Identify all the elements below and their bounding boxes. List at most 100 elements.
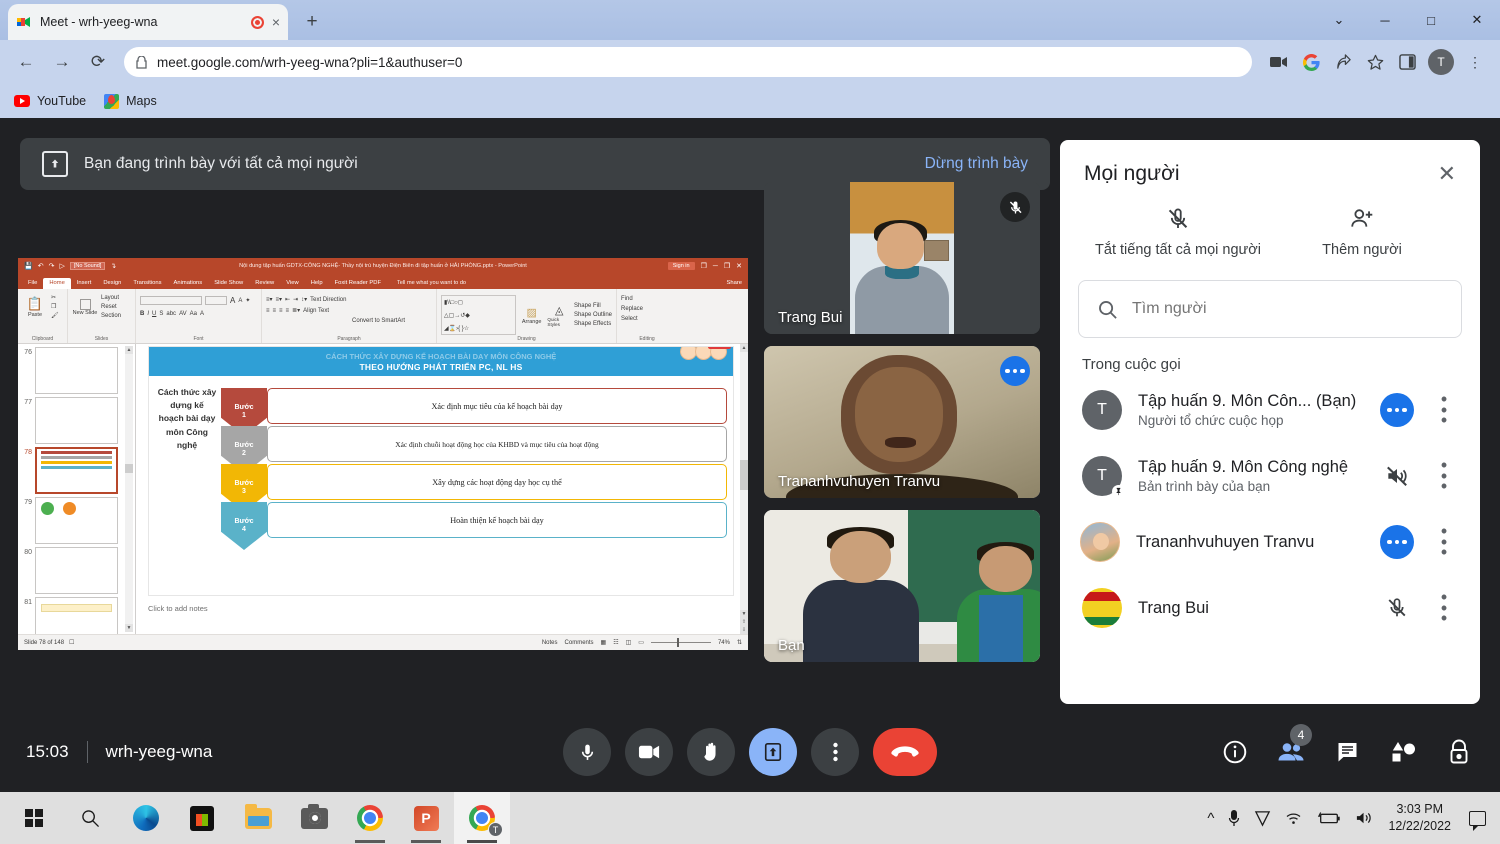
slide-preview[interactable] xyxy=(35,547,118,594)
tab-design[interactable]: Design xyxy=(97,278,127,289)
scroll-down-arrow[interactable]: ▼ xyxy=(740,610,748,618)
scroll-down-arrow[interactable]: ▼ xyxy=(125,624,133,632)
notes-button[interactable]: Notes xyxy=(542,640,558,646)
ribbon-display-options-icon[interactable]: ❐ xyxy=(701,262,707,270)
google-g-icon[interactable] xyxy=(1296,47,1326,77)
thumbnail-item[interactable]: 81 xyxy=(18,594,135,634)
tab-transitions[interactable]: Transitions xyxy=(127,278,167,289)
leave-call-button[interactable] xyxy=(873,728,937,776)
share-icon[interactable] xyxy=(1328,47,1358,77)
convert-to-smartart-button[interactable]: Convert to SmartArt xyxy=(352,318,405,324)
replace-button[interactable]: Replace xyxy=(621,306,673,312)
italic-button[interactable]: I xyxy=(147,311,149,317)
tab-review[interactable]: Review xyxy=(249,278,280,289)
tab-foxit-reader-pdf[interactable]: Foxit Reader PDF xyxy=(329,278,387,289)
restore-button[interactable]: ❐ xyxy=(724,262,730,270)
more-options-button[interactable] xyxy=(811,728,859,776)
taskbar-microsoft-store[interactable] xyxy=(174,792,230,844)
taskbar-clock[interactable]: 3:03 PM 12/22/2022 xyxy=(1388,801,1451,835)
text-direction-button[interactable]: Text Direction xyxy=(310,297,346,303)
address-bar[interactable]: meet.google.com/wrh-yeeg-wna?pli=1&authu… xyxy=(124,47,1252,77)
comments-button[interactable]: Comments xyxy=(565,640,594,646)
slideshow-icon[interactable]: ▭ xyxy=(638,639,644,646)
tab-home[interactable]: Home xyxy=(43,278,71,289)
tab-insert[interactable]: Insert xyxy=(71,278,98,289)
reset-button[interactable]: Reset xyxy=(101,304,121,310)
video-camera-icon[interactable] xyxy=(1264,47,1294,77)
add-people-button[interactable]: Thêm người xyxy=(1270,206,1454,258)
shape-fill-button[interactable]: Shape Fill xyxy=(574,303,612,309)
close-window-button[interactable]: ✕ xyxy=(1454,0,1500,40)
new-tab-button[interactable]: + xyxy=(300,10,324,34)
slide-sorter-icon[interactable]: ☷ xyxy=(613,639,618,646)
thumbnail-item[interactable]: 77 xyxy=(18,394,135,444)
reload-button[interactable]: ⟳ xyxy=(82,46,114,78)
arrange-button[interactable]: ▨ Arrange xyxy=(519,306,544,325)
host-controls-button[interactable] xyxy=(1444,737,1474,767)
redo-icon[interactable]: ↷ xyxy=(49,262,55,270)
cut-button[interactable]: ✂ xyxy=(51,294,59,301)
language-icon[interactable]: ☐ xyxy=(69,639,74,646)
bold-button[interactable]: B xyxy=(140,311,144,317)
slide-preview[interactable] xyxy=(35,597,118,634)
tab-help[interactable]: Help xyxy=(305,278,329,289)
search-people-box[interactable] xyxy=(1078,280,1462,338)
more-vertical-icon[interactable]: • • • xyxy=(1430,522,1458,561)
show-everyone-button[interactable]: 4 xyxy=(1276,724,1312,767)
save-icon[interactable]: 💾 xyxy=(24,262,33,270)
activities-button[interactable] xyxy=(1388,737,1418,767)
taskbar-microsoft-edge[interactable] xyxy=(118,792,174,844)
v-app-icon[interactable] xyxy=(1254,810,1271,827)
slide-scrollbar[interactable]: ▲ ▼ ⇧ ⇩ xyxy=(740,344,748,634)
participant-row[interactable]: Trananhvuhuyen Tranvu • • • xyxy=(1074,509,1466,575)
wifi-icon[interactable] xyxy=(1285,811,1303,825)
slide-preview[interactable] xyxy=(35,497,118,544)
side-panel-icon[interactable] xyxy=(1392,47,1422,77)
scroll-thumb[interactable] xyxy=(740,460,748,490)
tab-slide-show[interactable]: Slide Show xyxy=(208,278,249,289)
slide-thumbnail-panel[interactable]: 76 77 78 79 80 81 ▲ ▼ xyxy=(18,344,136,634)
layout-button[interactable]: Layout xyxy=(101,295,121,301)
bookmark-star-icon[interactable] xyxy=(1360,47,1390,77)
previous-slide-arrow[interactable]: ⇧ xyxy=(740,618,748,626)
sign-in-button[interactable]: Sign in xyxy=(667,262,695,270)
copy-button[interactable]: ❐ xyxy=(51,303,59,310)
slide-preview[interactable] xyxy=(35,447,118,494)
change-case-button[interactable]: Aa xyxy=(190,311,197,317)
underline-button[interactable]: U xyxy=(152,311,156,317)
sound-dropdown[interactable]: [No Sound] xyxy=(69,262,106,270)
meeting-details-button[interactable] xyxy=(1220,737,1250,767)
bookmark-youtube[interactable]: YouTube xyxy=(14,94,86,108)
fit-slide-icon[interactable]: ⇅ xyxy=(737,639,742,646)
thumbnail-item[interactable]: 79 xyxy=(18,494,135,544)
normal-view-icon[interactable]: ▦ xyxy=(601,639,607,646)
thumbnail-item[interactable]: 76 xyxy=(18,344,135,394)
share-button[interactable]: Share xyxy=(727,280,742,286)
tab-search-button[interactable]: ⌄ xyxy=(1316,0,1362,40)
video-tile-you[interactable]: Bạn xyxy=(764,510,1040,662)
participant-row[interactable]: Trang Bui • • • xyxy=(1074,575,1466,641)
volume-icon[interactable] xyxy=(1355,810,1374,826)
select-button[interactable]: Select xyxy=(621,316,673,322)
tab-animations[interactable]: Animations xyxy=(168,278,209,289)
search-input[interactable] xyxy=(1132,300,1443,318)
taskbar-google-chrome-meet[interactable]: T xyxy=(454,792,510,844)
taskbar-search[interactable] xyxy=(62,792,118,844)
scroll-up-arrow[interactable]: ▲ xyxy=(125,346,133,354)
slide-editing-area[interactable]: CÁCH THỨC XÂY DỰNG KẾ HOẠCH BÀI DẠY MÔN … xyxy=(136,344,748,634)
taskbar-camera[interactable] xyxy=(286,792,342,844)
chat-button[interactable] xyxy=(1332,737,1362,767)
shapes-gallery[interactable]: ▮\\□○◻ △▢→↺◆ ◢⌛›{ }☆ xyxy=(441,295,516,335)
tell-me-search[interactable]: Tell me what you want to do xyxy=(397,280,466,289)
video-tile-trang-bui[interactable]: Trang Bui xyxy=(764,182,1040,334)
taskbar-powerpoint[interactable]: P xyxy=(398,792,454,844)
slide-preview[interactable] xyxy=(35,347,118,394)
zoom-slider[interactable] xyxy=(650,638,711,647)
undo-icon[interactable]: ↶ xyxy=(38,262,44,270)
tab-close-button[interactable]: × xyxy=(272,15,280,29)
stop-presenting-button[interactable]: Dừng trình bày xyxy=(925,155,1028,173)
participant-row[interactable]: T Tập huấn 9. Môn Côn... (Bạn) Người tổ … xyxy=(1074,377,1466,443)
camera-button[interactable] xyxy=(625,728,673,776)
video-tile-trananhvuhuyen[interactable]: Trananhvuhuyen Tranvu xyxy=(764,346,1040,498)
close-button[interactable]: ✕ xyxy=(736,262,742,270)
